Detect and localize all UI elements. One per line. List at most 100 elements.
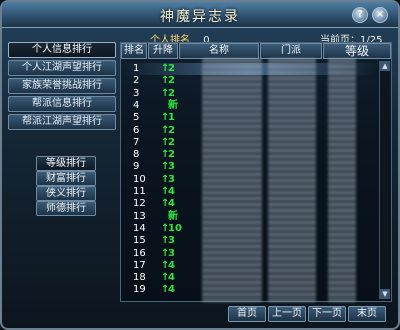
category-mentor[interactable]: 师德排行 (36, 201, 96, 216)
change-value: 3 (168, 235, 175, 247)
change-value: 2 (168, 87, 175, 99)
category-wealth[interactable]: 财富排行 (36, 171, 96, 186)
up-arrow-icon: ↑ (161, 272, 170, 284)
up-arrow-icon: ↑ (161, 235, 170, 247)
change-value: 2 (168, 124, 175, 136)
rank-cell: 19 (133, 284, 146, 296)
scroll-up-arrow-icon[interactable]: ▲ (380, 61, 390, 71)
up-arrow-icon: ↑ (161, 186, 170, 197)
up-arrow-icon: ↑ (161, 136, 170, 148)
change-cell: ↑4 (161, 260, 185, 272)
col-level[interactable]: 等级 (323, 43, 391, 59)
change-cell: ↑2 (161, 137, 185, 149)
obscured-name-column (202, 58, 262, 302)
up-arrow-icon: ↑ (161, 173, 170, 185)
change-cell: ↑4 (161, 198, 185, 210)
col-change[interactable]: 升降 (148, 43, 178, 59)
change-cell: ↑2 (161, 149, 185, 161)
change-value: 3 (168, 247, 175, 259)
help-button[interactable]: ? (352, 7, 368, 23)
change-cell: ↑2 (161, 88, 185, 100)
rank-cell: 7 (133, 136, 140, 148)
first-page-button[interactable]: 首页 (228, 306, 266, 322)
up-arrow-icon: ↑ (161, 222, 170, 234)
up-arrow-icon: ↑ (161, 124, 170, 136)
rank-cell: 1 (133, 63, 140, 74)
sidebar-item-guild-info[interactable]: 帮派信息排行 (8, 96, 116, 112)
change-value: 1 (168, 112, 175, 124)
up-arrow-icon: ↑ (161, 63, 170, 74)
change-cell: ↑2 (161, 75, 185, 87)
change-cell: 新 (161, 211, 185, 223)
change-cell: ↑3 (161, 174, 185, 186)
rank-cell: 4 (133, 99, 140, 111)
title-bar[interactable]: 神魔异志录 ? × (2, 2, 398, 28)
up-arrow-icon: ↑ (161, 149, 170, 161)
change-value: 新 (168, 210, 178, 222)
rank-cell: 2 (133, 75, 140, 87)
change-cell: ↑4 (161, 186, 185, 198)
rank-cell: 9 (133, 161, 140, 173)
scroll-down-arrow-icon[interactable]: ▼ (380, 289, 390, 299)
sidebar-item-personal-reputation[interactable]: 个人江湖声望排行 (8, 60, 116, 76)
up-arrow-icon: ↑ (161, 112, 170, 124)
rank-cell: 16 (133, 247, 146, 259)
sidebar-item-family-honor[interactable]: 家族荣誉挑战排行 (8, 78, 116, 94)
obscured-school-column (268, 58, 316, 302)
sidebar: 个人信息排行 个人江湖声望排行 家族荣誉挑战排行 帮派信息排行 帮派江湖声望排行… (8, 42, 118, 322)
rank-cell: 11 (133, 186, 146, 197)
change-value: 4 (168, 198, 175, 210)
up-arrow-icon: ↑ (161, 75, 170, 87)
change-cell: ↑3 (161, 235, 185, 247)
change-value: 4 (168, 284, 175, 296)
up-arrow-icon: ↑ (161, 161, 170, 173)
change-cell: ↑3 (161, 248, 185, 260)
change-value: 4 (168, 259, 175, 271)
rank-cell: 17 (133, 259, 146, 271)
next-page-button[interactable]: 下一页 (308, 306, 346, 322)
rank-cell: 3 (133, 87, 140, 99)
rank-cell: 8 (133, 149, 140, 161)
change-cell: 新 (161, 100, 185, 112)
close-button[interactable]: × (372, 7, 388, 23)
rank-cell: 6 (133, 124, 140, 136)
change-value: 4 (168, 186, 175, 197)
change-value: 10 (168, 222, 182, 234)
last-page-button[interactable]: 末页 (348, 306, 386, 322)
rank-cell: 12 (133, 198, 146, 210)
up-arrow-icon: ↑ (161, 284, 170, 296)
col-name[interactable]: 名称 (179, 43, 259, 59)
category-chivalry[interactable]: 侠义排行 (36, 186, 96, 201)
change-value: 2 (168, 75, 175, 87)
change-value: 3 (168, 173, 175, 185)
change-value: 2 (168, 149, 175, 161)
change-cell: ↑1 (161, 112, 185, 124)
change-value: 2 (168, 136, 175, 148)
rank-cell: 13 (133, 210, 146, 222)
rank-cell: 14 (133, 222, 146, 234)
prev-page-button[interactable]: 上一页 (268, 306, 306, 322)
change-cell: ↑2 (161, 125, 185, 137)
change-value: 新 (168, 99, 178, 111)
scrollbar[interactable]: ▲ ▼ (379, 61, 390, 299)
change-cell: ↑2 (161, 63, 185, 75)
category-level[interactable]: 等级排行 (36, 156, 96, 171)
col-school[interactable]: 门派 (260, 43, 322, 59)
rank-cell: 5 (133, 112, 140, 124)
ranking-window: 神魔异志录 ? × 个人排名 0 当前页：1/25 个人信息排行 个人江湖声望排… (0, 0, 400, 330)
up-arrow-icon: ↑ (161, 87, 170, 99)
rank-cell: 15 (133, 235, 146, 247)
change-value: 4 (168, 272, 175, 284)
up-arrow-icon: ↑ (161, 259, 170, 271)
change-value: 2 (168, 63, 175, 74)
table-header: 排名 升降 名称 门派 等级 (121, 43, 391, 59)
change-cell: ↑10 (161, 223, 185, 235)
window-title: 神魔异志录 (160, 9, 240, 25)
sidebar-item-personal-info[interactable]: 个人信息排行 (8, 42, 116, 58)
rank-cell: 18 (133, 272, 146, 284)
obscured-level-column (328, 58, 356, 302)
change-cell: ↑4 (161, 284, 185, 296)
sidebar-item-guild-reputation[interactable]: 帮派江湖声望排行 (8, 114, 116, 130)
col-rank[interactable]: 排名 (121, 43, 147, 59)
change-value: 3 (168, 161, 175, 173)
